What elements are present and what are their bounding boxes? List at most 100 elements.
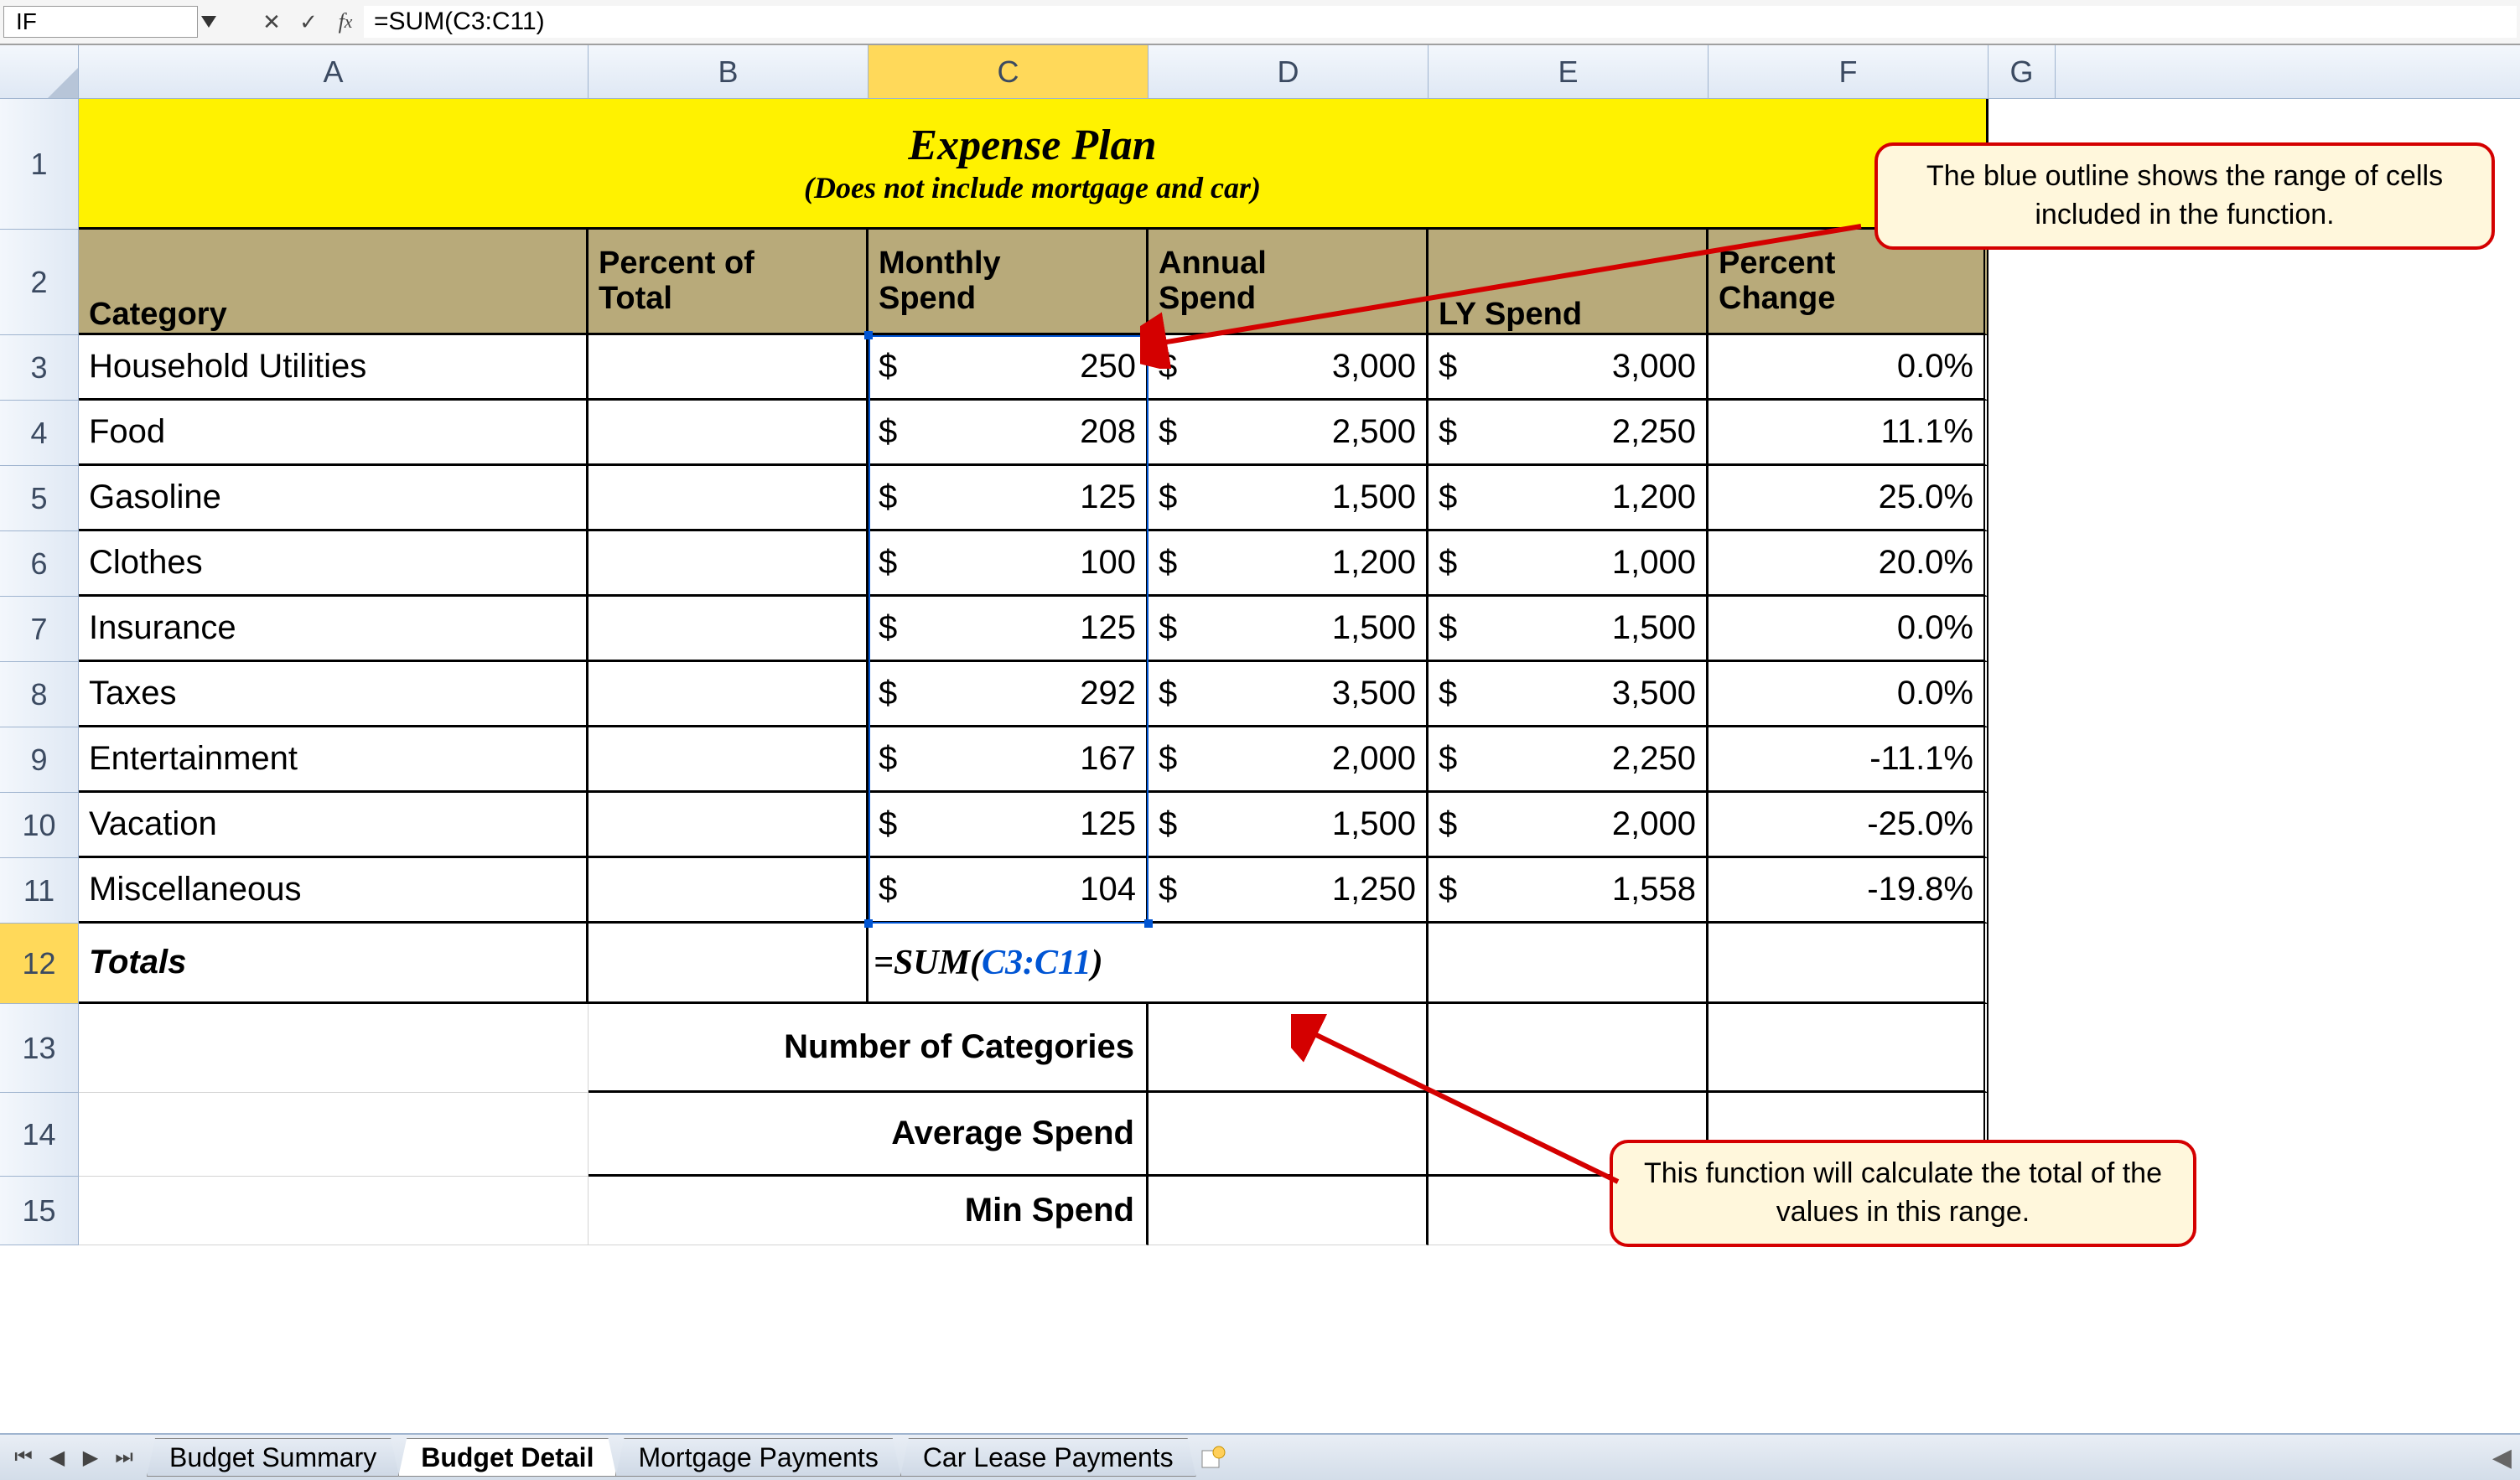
col-header-G[interactable]: G xyxy=(1989,45,2056,98)
tab-nav-prev[interactable]: ◀ xyxy=(40,1441,74,1474)
cell-F7[interactable]: 0.0% xyxy=(1709,597,1989,662)
cell-F12[interactable] xyxy=(1709,924,1989,1004)
cell-F6[interactable]: 20.0% xyxy=(1709,531,1989,597)
cell-C3[interactable]: $250 xyxy=(869,335,1149,401)
cell-A8[interactable]: Taxes xyxy=(79,662,589,727)
cell-D14[interactable] xyxy=(1149,1093,1429,1177)
cell-D3[interactable]: $3,000 xyxy=(1149,335,1429,401)
cell-B3[interactable] xyxy=(589,335,869,401)
col-header-D[interactable]: D xyxy=(1149,45,1429,98)
cell-A6[interactable]: Clothes xyxy=(79,531,589,597)
cell-D8[interactable]: $3,500 xyxy=(1149,662,1429,727)
cell-D11[interactable]: $1,250 xyxy=(1149,858,1429,924)
cell-A11[interactable]: Miscellaneous xyxy=(79,858,589,924)
tab-nav-first[interactable]: ⏮ xyxy=(7,1441,40,1474)
cell-E10[interactable]: $2,000 xyxy=(1429,793,1709,858)
cell-B6[interactable] xyxy=(589,531,869,597)
cell-B10[interactable] xyxy=(589,793,869,858)
row-header-12[interactable]: 12 xyxy=(0,924,79,1004)
cell-A10[interactable]: Vacation xyxy=(79,793,589,858)
cell-D9[interactable]: $2,000 xyxy=(1149,727,1429,793)
cell-C12-editing[interactable]: =SUM(C3:C11) xyxy=(869,924,1429,1004)
header-monthly-spend[interactable]: MonthlySpend xyxy=(869,230,1149,335)
cell-A12-totals[interactable]: Totals xyxy=(79,924,589,1004)
col-header-A[interactable]: A xyxy=(79,45,589,98)
title-merged-cell[interactable]: Expense Plan (Does not include mortgage … xyxy=(79,99,1989,230)
cell-A14[interactable] xyxy=(79,1093,589,1177)
cell-A4[interactable]: Food xyxy=(79,401,589,466)
cell-D4[interactable]: $2,500 xyxy=(1149,401,1429,466)
header-category[interactable]: Category xyxy=(79,230,589,335)
select-all-triangle[interactable] xyxy=(0,45,79,98)
header-percent-total[interactable]: Percent ofTotal xyxy=(589,230,869,335)
label-average-spend[interactable]: Average Spend xyxy=(589,1093,1149,1177)
tab-budget-summary[interactable]: Budget Summary xyxy=(147,1438,399,1477)
cell-F8[interactable]: 0.0% xyxy=(1709,662,1989,727)
header-annual-spend[interactable]: AnnualSpend xyxy=(1149,230,1429,335)
formula-input[interactable]: =SUM(C3:C11) xyxy=(364,6,2517,38)
cell-C9[interactable]: $167 xyxy=(869,727,1149,793)
cell-B11[interactable] xyxy=(589,858,869,924)
cell-E6[interactable]: $1,000 xyxy=(1429,531,1709,597)
cell-C11[interactable]: $104 xyxy=(869,858,1149,924)
cell-C10[interactable]: $125 xyxy=(869,793,1149,858)
row-header-13[interactable]: 13 xyxy=(0,1004,79,1093)
cell-D6[interactable]: $1,200 xyxy=(1149,531,1429,597)
name-box[interactable]: IF xyxy=(3,6,198,38)
row-header-8[interactable]: 8 xyxy=(0,662,79,727)
cell-E9[interactable]: $2,250 xyxy=(1429,727,1709,793)
cell-C5[interactable]: $125 xyxy=(869,466,1149,531)
cell-D13[interactable] xyxy=(1149,1004,1429,1093)
tab-budget-detail[interactable]: Budget Detail xyxy=(398,1438,616,1477)
cell-D10[interactable]: $1,500 xyxy=(1149,793,1429,858)
tab-nav-last[interactable]: ⏭ xyxy=(107,1441,141,1474)
cell-C6[interactable]: $100 xyxy=(869,531,1149,597)
cell-C8[interactable]: $292 xyxy=(869,662,1149,727)
accept-formula-button[interactable]: ✓ xyxy=(290,6,327,38)
cell-B8[interactable] xyxy=(589,662,869,727)
cell-E5[interactable]: $1,200 xyxy=(1429,466,1709,531)
label-number-categories[interactable]: Number of Categories xyxy=(589,1004,1149,1093)
cell-C4[interactable]: $208 xyxy=(869,401,1149,466)
cell-F9[interactable]: -11.1% xyxy=(1709,727,1989,793)
row-header-15[interactable]: 15 xyxy=(0,1177,79,1245)
tab-car-lease-payments[interactable]: Car Lease Payments xyxy=(900,1438,1196,1477)
row-header-3[interactable]: 3 xyxy=(0,335,79,401)
cell-D15[interactable] xyxy=(1149,1177,1429,1245)
row-header-1[interactable]: 1 xyxy=(0,99,79,230)
row-header-10[interactable]: 10 xyxy=(0,793,79,858)
cell-B9[interactable] xyxy=(589,727,869,793)
cell-C7[interactable]: $125 xyxy=(869,597,1149,662)
row-header-14[interactable]: 14 xyxy=(0,1093,79,1177)
cell-E12[interactable] xyxy=(1429,924,1709,1004)
cell-A15[interactable] xyxy=(79,1177,589,1245)
cell-E4[interactable]: $2,250 xyxy=(1429,401,1709,466)
cell-B4[interactable] xyxy=(589,401,869,466)
cell-B5[interactable] xyxy=(589,466,869,531)
row-header-6[interactable]: 6 xyxy=(0,531,79,597)
tab-nav-next[interactable]: ▶ xyxy=(74,1441,107,1474)
cell-A9[interactable]: Entertainment xyxy=(79,727,589,793)
cell-A7[interactable]: Insurance xyxy=(79,597,589,662)
cell-F13[interactable] xyxy=(1709,1004,1989,1093)
insert-sheet-icon[interactable] xyxy=(1196,1441,1230,1474)
col-header-F[interactable]: F xyxy=(1709,45,1989,98)
cell-B7[interactable] xyxy=(589,597,869,662)
row-header-5[interactable]: 5 xyxy=(0,466,79,531)
cell-F3[interactable]: 0.0% xyxy=(1709,335,1989,401)
name-box-dropdown[interactable] xyxy=(198,6,220,38)
row-header-11[interactable]: 11 xyxy=(0,858,79,924)
cell-D7[interactable]: $1,500 xyxy=(1149,597,1429,662)
col-header-E[interactable]: E xyxy=(1429,45,1709,98)
cell-E13[interactable] xyxy=(1429,1004,1709,1093)
cell-A5[interactable]: Gasoline xyxy=(79,466,589,531)
cell-B12[interactable] xyxy=(589,924,869,1004)
cell-F5[interactable]: 25.0% xyxy=(1709,466,1989,531)
cell-A13[interactable] xyxy=(79,1004,589,1093)
insert-function-button[interactable]: fx xyxy=(327,6,364,38)
label-min-spend[interactable]: Min Spend xyxy=(589,1177,1149,1245)
cell-F10[interactable]: -25.0% xyxy=(1709,793,1989,858)
cell-F11[interactable]: -19.8% xyxy=(1709,858,1989,924)
col-header-C[interactable]: C xyxy=(869,45,1149,98)
row-header-2[interactable]: 2 xyxy=(0,230,79,335)
